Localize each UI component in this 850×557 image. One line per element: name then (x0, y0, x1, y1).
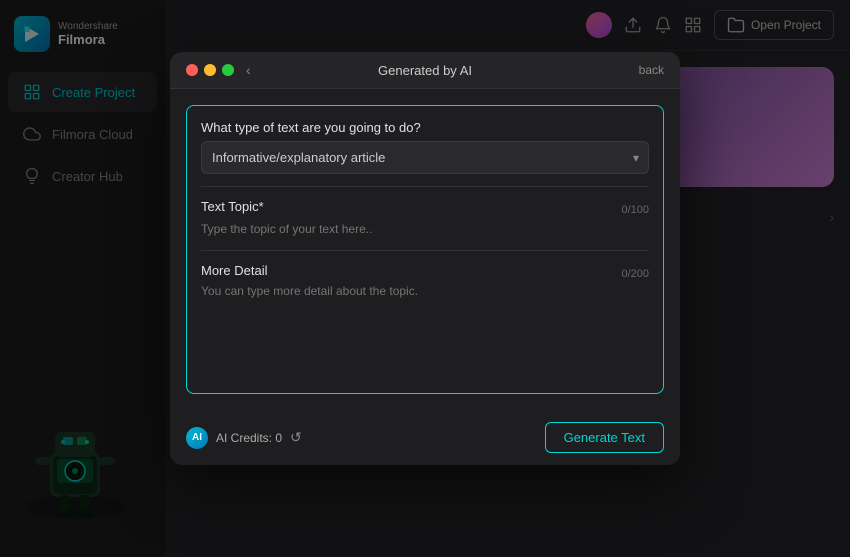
modal-title: Generated by AI (378, 63, 472, 78)
back-label[interactable]: back (639, 63, 664, 77)
refresh-credits-icon[interactable]: ↺ (290, 429, 302, 446)
form-section: What type of text are you going to do? I… (186, 105, 664, 394)
more-detail-label: More Detail (201, 263, 267, 278)
modal-body: What type of text are you going to do? I… (170, 89, 680, 410)
modal-overlay: ‹ Generated by AI back What type of text… (0, 0, 850, 557)
text-topic-label: Text Topic* (201, 199, 264, 214)
minimize-button[interactable] (204, 64, 216, 76)
text-topic-input[interactable] (201, 222, 649, 236)
more-detail-textarea[interactable] (201, 284, 649, 374)
maximize-button[interactable] (222, 64, 234, 76)
modal: ‹ Generated by AI back What type of text… (170, 52, 680, 465)
more-detail-counter: 0/200 (621, 268, 649, 280)
divider-2 (201, 250, 649, 251)
generate-text-button[interactable]: Generate Text (545, 422, 664, 453)
text-topic-section: Text Topic* 0/100 (201, 199, 649, 238)
back-arrow-icon[interactable]: ‹ (246, 62, 251, 78)
close-button[interactable] (186, 64, 198, 76)
divider-1 (201, 186, 649, 187)
modal-footer: AI AI Credits: 0 ↺ Generate Text (170, 410, 680, 465)
text-topic-counter: 0/100 (621, 204, 649, 216)
ai-credits-label: AI Credits: 0 (216, 431, 282, 445)
ai-credits-icon: AI (186, 427, 208, 449)
text-type-select-wrapper: Informative/explanatory articleMarketing… (201, 141, 649, 174)
form-question: What type of text are you going to do? I… (201, 120, 649, 174)
traffic-lights: ‹ (186, 62, 251, 78)
modal-titlebar: ‹ Generated by AI back (170, 52, 680, 89)
more-detail-section: More Detail 0/200 (201, 263, 649, 379)
ai-credits-section: AI AI Credits: 0 ↺ (186, 427, 302, 449)
text-type-select[interactable]: Informative/explanatory articleMarketing… (201, 141, 649, 174)
